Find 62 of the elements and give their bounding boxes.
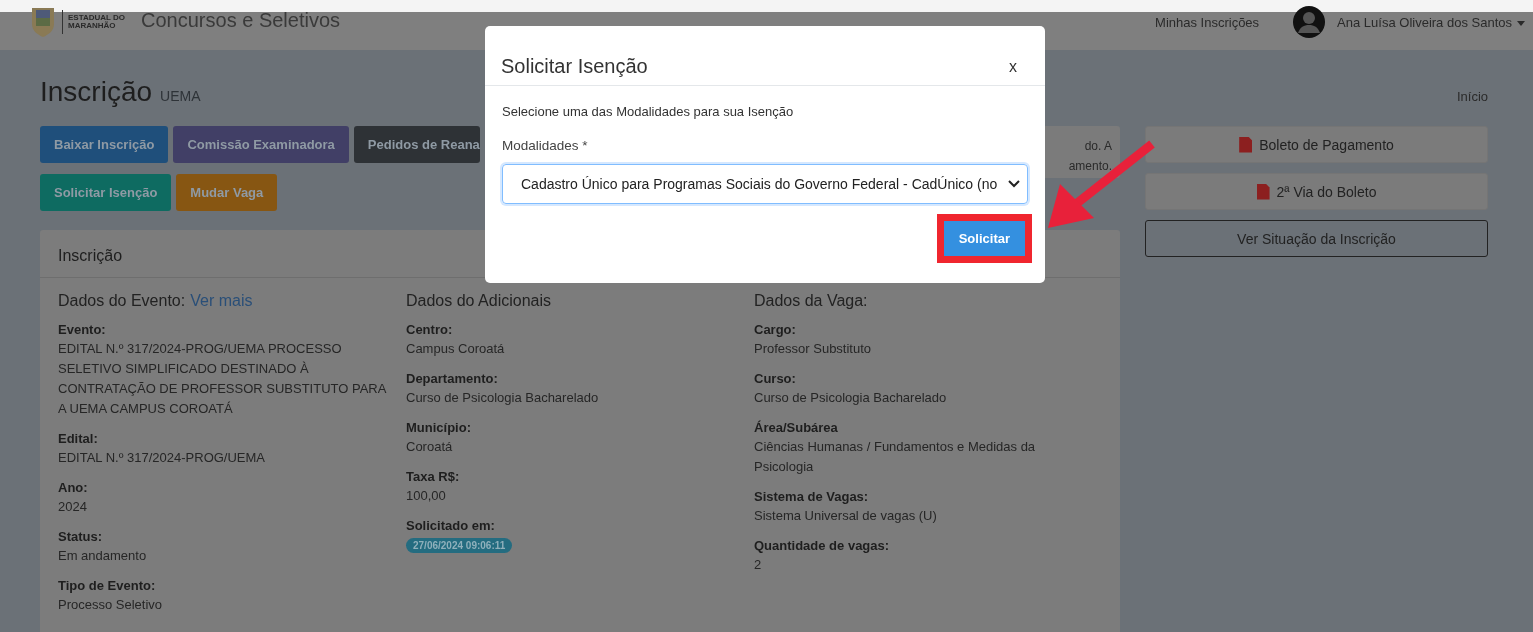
site-title: Concursos e Seletivos — [141, 9, 341, 32]
field-value: Coroatá — [406, 438, 454, 456]
field-label: Sistema de Vagas: — [754, 488, 870, 506]
field-value: EDITAL N.º 317/2024-PROG/UEMA — [58, 449, 267, 467]
field-label: Quantidade de vagas: — [754, 537, 891, 555]
side-button[interactable]: Ver Situação da Inscrição — [1145, 220, 1488, 257]
field-label: Cargo: — [754, 321, 797, 339]
crest-icon — [30, 8, 56, 38]
field-value: 2024 — [58, 498, 88, 516]
field-value: Campus Coroatá — [406, 340, 506, 358]
close-button[interactable]: x — [1005, 57, 1021, 76]
section-heading: Dados da Vaga: — [754, 292, 868, 310]
field-label: Centro: — [406, 321, 454, 339]
side-button[interactable]: 2ª Via do Boleto — [1145, 173, 1488, 210]
field-value: 100,00 — [406, 487, 447, 505]
nav-link[interactable]: Minhas Inscrições — [1155, 15, 1260, 30]
field-label: Status: — [58, 528, 104, 546]
pdf-icon — [1239, 136, 1253, 153]
section-heading: Dados do Adicionais — [406, 292, 551, 310]
field-label: Área/Subárea — [754, 419, 839, 437]
page-title: Inscrição — [40, 76, 153, 108]
instruction-text: Selecione uma das Modalidades para sua Isenção — [502, 104, 795, 119]
caret-icon[interactable] — [1517, 21, 1525, 26]
date-badge: 27/06/2024 09:06:11 — [406, 538, 513, 553]
modalities-select[interactable]: Cadastro Único para Programas Sociais do Governo Federal - CadÚnico (no — [502, 164, 1028, 204]
field-value: EDITAL N.º 317/2024-PROG/UEMA PROCESSO SELETIVO SIMPLIFICADO DESTINADO À CONTRATAÇÃO DE PROFESSOR SUBSTITUTO PARA A UEMA CAMPUS COROATÁ — [58, 340, 386, 418]
see-more-link[interactable]: Ver mais — [190, 292, 253, 310]
chevron-down-icon — [1008, 180, 1020, 188]
avatar-icon[interactable] — [1293, 6, 1326, 38]
pdf-icon — [1256, 183, 1270, 200]
field-value: Sistema Universal de vagas (U) — [754, 507, 938, 525]
field-label: Taxa R$: — [406, 468, 461, 486]
field-label: Tipo de Evento: — [58, 577, 157, 595]
field-value: Processo Seletivo — [58, 596, 164, 614]
action-button[interactable]: Solicitar Isenção — [40, 174, 172, 211]
field-label: Ano: — [58, 479, 89, 497]
modal-title: Solicitar Isenção — [501, 55, 648, 78]
field-label: Curso: — [754, 370, 797, 388]
action-button[interactable]: Baixar Inscrição — [40, 126, 169, 163]
field-label: Solicitado em: — [406, 517, 496, 535]
page-subtitle: UEMA — [160, 88, 201, 104]
action-button[interactable]: Pedidos de Reana — [353, 126, 480, 163]
field-label: Modalidades * — [502, 138, 589, 153]
action-button[interactable]: Comissão Examinadora — [173, 126, 349, 163]
field-value: Curso de Psicologia Bacharelado — [406, 389, 600, 407]
field-value: Ciências Humanas / Fundamentos e Medidas da Psicologia — [754, 438, 1037, 476]
field-label: Município: — [406, 419, 472, 437]
breadcrumb-link[interactable]: Início — [1456, 89, 1488, 104]
alert-text: amento. — [1068, 158, 1112, 175]
field-value: Em andamento — [58, 547, 148, 565]
action-button[interactable]: Mudar Vaga — [176, 174, 278, 211]
field-value: Curso de Psicologia Bacharelado — [754, 389, 948, 407]
field-label: Evento: — [58, 321, 107, 339]
side-button[interactable]: Boleto de Pagamento — [1145, 126, 1488, 163]
submit-button[interactable]: Solicitar — [943, 221, 1025, 256]
field-value: Professor Substituto — [754, 340, 873, 358]
user-menu[interactable]: Ana Luísa Oliveira dos Santos — [1337, 15, 1512, 30]
section-heading: Dados do Evento: — [58, 292, 186, 310]
field-label: Departamento: — [406, 370, 499, 388]
field-value: 2 — [754, 556, 763, 574]
alert-text: do. A — [1084, 138, 1112, 155]
field-label: Edital: — [58, 430, 99, 448]
